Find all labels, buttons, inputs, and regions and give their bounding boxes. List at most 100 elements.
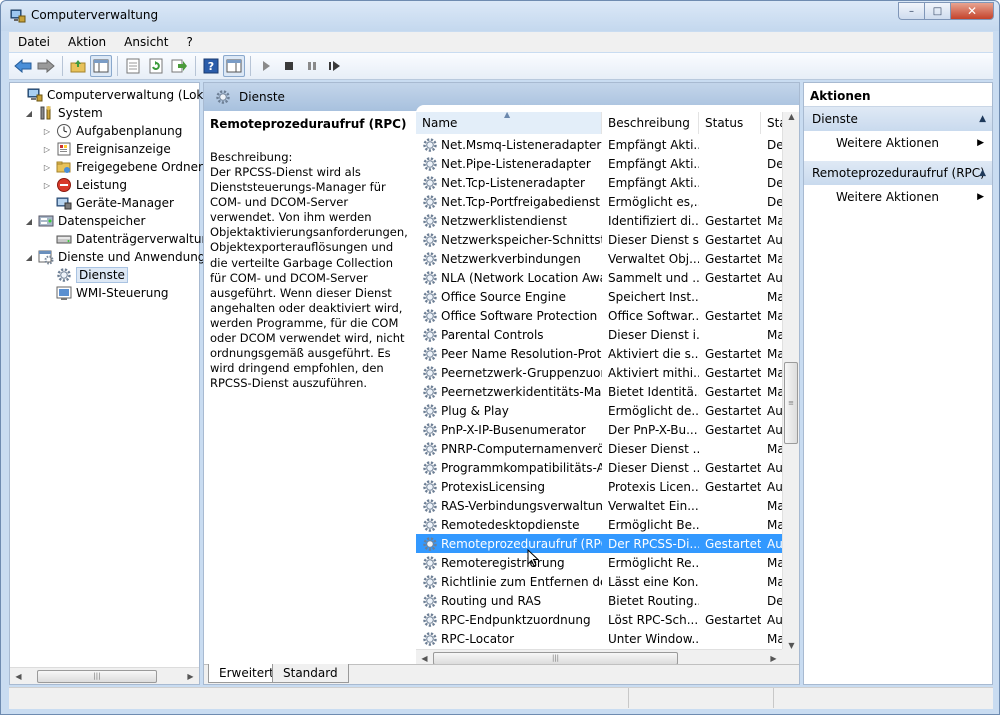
service-row[interactable]: Netzwerklistendienst Identifiziert di... G…: [416, 211, 782, 230]
service-row[interactable]: Peernetzwerkidentitäts-Man... Bietet Iden…: [416, 382, 782, 401]
scroll-left-arrow-icon[interactable]: ◀: [416, 654, 433, 663]
tree-item[interactable]: ◢ System: [24, 104, 103, 122]
service-gear-icon: [422, 517, 438, 533]
tab-standard[interactable]: Standard: [272, 664, 349, 683]
restart-service-button[interactable]: [324, 55, 346, 77]
no-entry-icon: [56, 177, 72, 193]
column-description[interactable]: Beschreibung: [602, 112, 699, 134]
menu-ansicht[interactable]: Ansicht: [115, 35, 177, 49]
service-row[interactable]: Net.Msmq-Listeneradapter Empfängt Akti...…: [416, 135, 782, 154]
service-row[interactable]: Remoteprozeduraufruf (RPC) Der RPCSS-Di..…: [416, 534, 782, 553]
service-name-cell: Programmkompatibilitäts-A...: [416, 460, 602, 476]
description-label: Beschreibung:: [210, 150, 293, 164]
tree-item[interactable]: ◢ Datenspeicher: [24, 212, 145, 230]
collapse-icon[interactable]: ▲: [979, 114, 986, 124]
action-pane-icon: [226, 59, 242, 73]
tree-item[interactable]: Computerverwaltung (Lokal): [13, 86, 219, 104]
vertical-scroll-thumb[interactable]: ≡: [784, 362, 798, 444]
help-button[interactable]: ?: [200, 55, 222, 77]
more-actions-rpc[interactable]: Weitere Aktionen ▶: [804, 185, 992, 209]
properties-button[interactable]: [122, 55, 144, 77]
service-row[interactable]: Office Software Protection Pl... Office S…: [416, 306, 782, 325]
service-row[interactable]: ProtexisLicensing Protexis Licen... Gestar…: [416, 477, 782, 496]
title-bar[interactable]: Computerverwaltung – □ ✕: [1, 1, 999, 31]
export-list-button[interactable]: [168, 55, 190, 77]
menu-datei[interactable]: Datei: [9, 35, 59, 49]
expand-arrow-icon[interactable]: ▷: [42, 145, 52, 154]
column-starttype[interactable]: Sta: [761, 112, 782, 134]
service-row[interactable]: Programmkompatibilitäts-A... Dieser Diens…: [416, 458, 782, 477]
collapse-icon[interactable]: ▲: [979, 168, 986, 178]
action-pane-button[interactable]: [223, 55, 245, 77]
tree-item[interactable]: Geräte-Manager: [42, 194, 174, 212]
collapse-arrow-icon[interactable]: ◢: [24, 217, 34, 226]
service-row[interactable]: Netzwerkverbindungen Verwaltet Obj... Gest…: [416, 249, 782, 268]
actions-section-rpc[interactable]: Remoteprozeduraufruf (RPC) ▲: [804, 161, 992, 185]
forward-button[interactable]: [35, 55, 57, 77]
scroll-left-arrow-icon[interactable]: ◀: [10, 672, 27, 681]
service-name-cell: Remotedesktopdienste: [416, 517, 602, 533]
service-row[interactable]: Richtlinie zum Entfernen der ... Lässt ei…: [416, 572, 782, 591]
actions-section-dienste[interactable]: Dienste ▲: [804, 107, 992, 131]
service-row[interactable]: Netzwerkspeicher-Schnittstel... Dieser Di…: [416, 230, 782, 249]
refresh-button[interactable]: [145, 55, 167, 77]
service-row[interactable]: Office Source Engine Speichert Inst... Ma: [416, 287, 782, 306]
view-tabs: Erweitert Standard: [204, 664, 799, 684]
collapse-arrow-icon[interactable]: ◢: [24, 109, 34, 118]
menu-help[interactable]: ?: [177, 35, 201, 49]
service-row[interactable]: RAS-Verbindungsverwaltung Verwaltet Ein..…: [416, 496, 782, 515]
tree-item[interactable]: ▷ Freigegebene Ordner: [42, 158, 203, 176]
service-row[interactable]: Routing und RAS Bietet Routing... De: [416, 591, 782, 610]
more-actions-dienste[interactable]: Weitere Aktionen ▶: [804, 131, 992, 155]
service-row[interactable]: RPC-Locator Unter Window... Ma: [416, 629, 782, 648]
expand-arrow-icon[interactable]: ▷: [42, 127, 52, 136]
column-status[interactable]: Status: [699, 112, 761, 134]
service-row[interactable]: RPC-Endpunktzuordnung Löst RPC-Sch... Gest…: [416, 610, 782, 629]
up-folder-button[interactable]: [67, 55, 89, 77]
horizontal-scroll-thumb[interactable]: |||: [433, 651, 678, 665]
tree-item[interactable]: ▷ Aufgabenplanung: [42, 122, 182, 140]
maximize-button[interactable]: □: [924, 2, 950, 20]
tree-item[interactable]: WMI-Steuerung: [42, 284, 169, 302]
expand-arrow-icon[interactable]: ▷: [42, 163, 52, 172]
service-row[interactable]: Net.Pipe-Listeneradapter Empfängt Akti...…: [416, 154, 782, 173]
service-row[interactable]: Parental Controls Dieser Dienst i... Ma: [416, 325, 782, 344]
minimize-button[interactable]: –: [898, 2, 924, 20]
service-row[interactable]: Peernetzwerk-Gruppenzuord... Aktiviert mi…: [416, 363, 782, 382]
scroll-up-arrow-icon[interactable]: ▲: [783, 112, 800, 121]
service-description-cell: Bietet Routing...: [608, 593, 699, 608]
service-description-cell: Empfängt Akti...: [608, 156, 699, 171]
list-vertical-scrollbar[interactable]: ▲ ≡ ▼: [782, 112, 799, 650]
service-row[interactable]: PNRP-Computernamenveröf... Dieser Dienst …: [416, 439, 782, 458]
service-row[interactable]: Remoteregistrierung Ermöglicht Re... Ma: [416, 553, 782, 572]
service-row[interactable]: Net.Tcp-Portfreigabedienst Ermöglicht es,…: [416, 192, 782, 211]
forward-arrow-icon: [37, 59, 55, 73]
pause-service-button[interactable]: [301, 55, 323, 77]
tree-item[interactable]: ◢ Dienste und Anwendungen: [24, 248, 220, 266]
start-service-button[interactable]: [255, 55, 277, 77]
tools-icon: [38, 105, 54, 121]
tree-horizontal-scrollbar[interactable]: ◀ ||| ▶: [10, 667, 199, 684]
menu-aktion[interactable]: Aktion: [59, 35, 115, 49]
service-row[interactable]: Plug & Play Ermöglicht de... Gestartet Au: [416, 401, 782, 420]
tree-item[interactable]: Dienste: [42, 266, 128, 284]
stop-service-button[interactable]: [278, 55, 300, 77]
collapse-arrow-icon[interactable]: ◢: [24, 253, 34, 262]
scroll-thumb[interactable]: |||: [37, 669, 157, 683]
service-row[interactable]: Remotedesktopdienste Ermöglicht Be... Ma: [416, 515, 782, 534]
close-button[interactable]: ✕: [950, 2, 994, 20]
expand-arrow-icon[interactable]: ▷: [42, 181, 52, 190]
service-gear-icon: [422, 327, 438, 343]
service-row[interactable]: PnP-X-IP-Busenumerator Der PnP-X-Bu... Ges…: [416, 420, 782, 439]
show-tree-button[interactable]: [90, 55, 112, 77]
back-button[interactable]: [12, 55, 34, 77]
column-name[interactable]: ▲ Name: [416, 112, 602, 134]
tree-item[interactable]: ▷ Ereignisanzeige: [42, 140, 171, 158]
scroll-right-arrow-icon[interactable]: ▶: [182, 672, 199, 681]
service-row[interactable]: Peer Name Resolution-Proto... Aktiviert d…: [416, 344, 782, 363]
service-row[interactable]: Net.Tcp-Listeneradapter Empfängt Akti... D…: [416, 173, 782, 192]
tree-item[interactable]: Datenträgerverwaltung: [42, 230, 217, 248]
scroll-right-arrow-icon[interactable]: ▶: [765, 654, 782, 663]
service-row[interactable]: NLA (Network Location Awa... Sammelt und …: [416, 268, 782, 287]
tree-item[interactable]: ▷ Leistung: [42, 176, 127, 194]
